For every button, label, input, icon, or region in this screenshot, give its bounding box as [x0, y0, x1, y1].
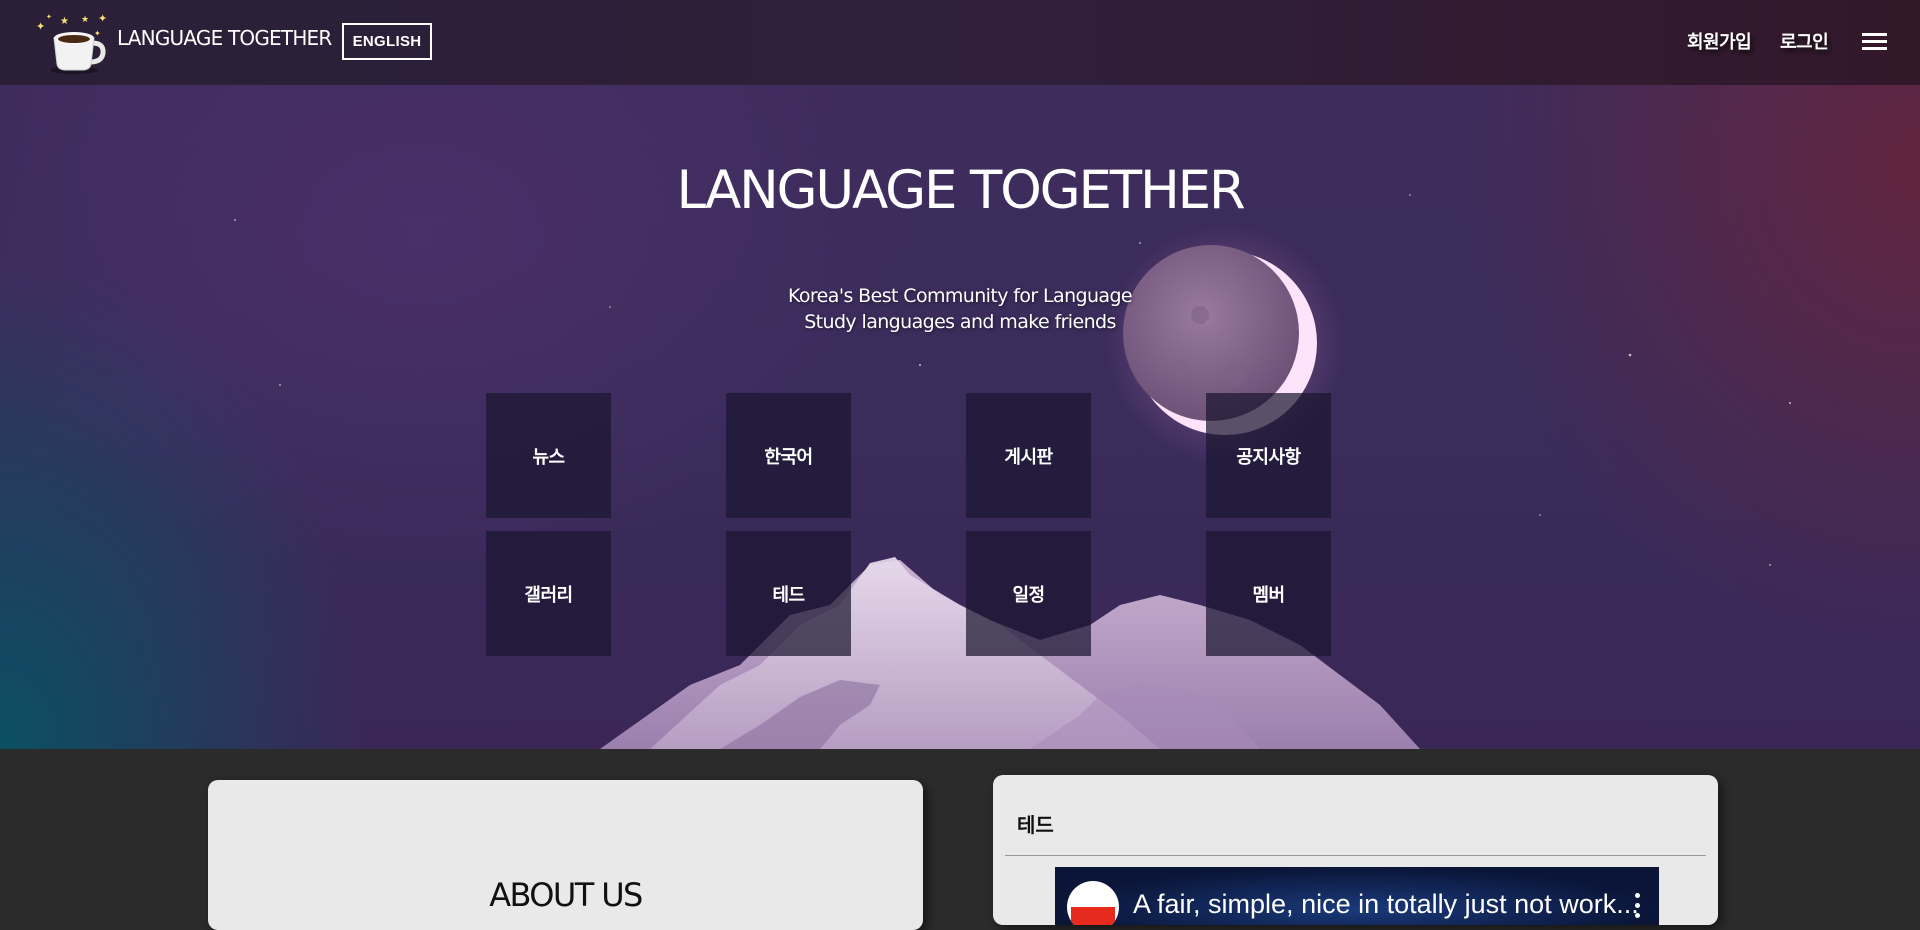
- more-options-icon[interactable]: [1635, 893, 1641, 921]
- signup-link[interactable]: 회원가입: [1687, 28, 1752, 54]
- video-title[interactable]: A fair, simple, nice in totally just not…: [1133, 889, 1639, 920]
- ted-section-title: 테드: [1017, 813, 1054, 837]
- hero-subtitle-line1: Korea's Best Community for Language: [787, 285, 1133, 307]
- tile-ted[interactable]: 테드: [726, 531, 851, 656]
- about-us-title: ABOUT US: [489, 876, 643, 914]
- tile-korean[interactable]: 한국어: [726, 393, 851, 518]
- hero-subtitle-line2: Study languages and make friends: [804, 311, 1116, 333]
- svg-text:★: ★: [81, 15, 89, 25]
- svg-text:✦: ✦: [36, 20, 45, 33]
- svg-text:✦: ✦: [98, 12, 107, 25]
- svg-text:✦: ✦: [94, 29, 101, 38]
- hero-section: LANGUAGE TOGETHER Korea's Best Community…: [0, 85, 1920, 749]
- login-link[interactable]: 로그인: [1780, 28, 1829, 54]
- hamburger-menu-icon[interactable]: [1862, 33, 1887, 51]
- tile-members[interactable]: 멤버: [1206, 531, 1331, 656]
- svg-text:✦: ✦: [46, 13, 52, 21]
- brand-name[interactable]: LANGUAGE TOGETHER: [117, 26, 332, 50]
- tile-schedule[interactable]: 일정: [966, 531, 1091, 656]
- ted-channel-avatar: [1067, 881, 1119, 925]
- divider: [1005, 855, 1706, 856]
- tile-gallery[interactable]: 갤러리: [486, 531, 611, 656]
- top-navigation-bar: ✦ ★ ★ ✦ ✦ ✦ LANGUAGE TOGETHER ENGLISH 회원…: [0, 0, 1920, 85]
- about-us-card: ABOUT US: [208, 780, 923, 930]
- tile-board[interactable]: 게시판: [966, 393, 1091, 518]
- svg-text:★: ★: [60, 16, 69, 27]
- language-toggle-button[interactable]: ENGLISH: [342, 23, 432, 60]
- coffee-cup-logo-icon[interactable]: ✦ ★ ★ ✦ ✦ ✦: [34, 8, 114, 76]
- ted-video-embed[interactable]: A fair, simple, nice in totally just not…: [1055, 867, 1659, 925]
- tile-notice[interactable]: 공지사항: [1206, 393, 1331, 518]
- tile-news[interactable]: 뉴스: [486, 393, 611, 518]
- hero-title: LANGUAGE TOGETHER: [676, 160, 1245, 221]
